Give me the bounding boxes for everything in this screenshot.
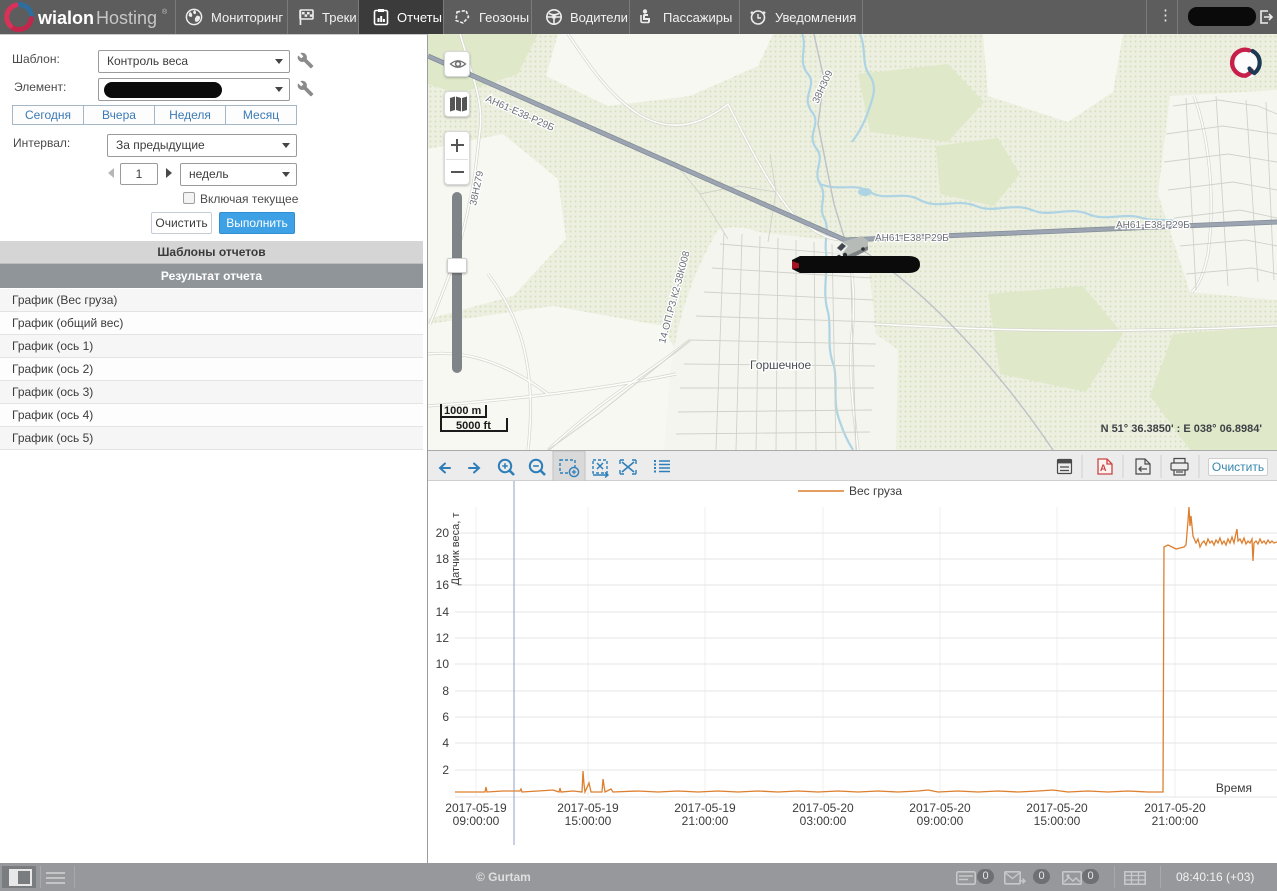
svg-text:Hosting: Hosting [96,8,157,28]
svg-text:10: 10 [436,657,450,671]
svg-text:2017-05-20: 2017-05-20 [792,801,854,815]
svg-text:4: 4 [442,736,449,750]
svg-text:Горшечное: Горшечное [750,358,811,372]
svg-text:12: 12 [436,631,450,645]
svg-text:Датчик веса, т: Датчик веса, т [450,513,462,586]
svg-text:21:00:00: 21:00:00 [1152,814,1199,828]
svg-text:2: 2 [442,763,449,777]
svg-text:2017-05-19: 2017-05-19 [674,801,736,815]
svg-text:15:00:00: 15:00:00 [565,814,612,828]
svg-text:АН61-Е38-Р29Б: АН61-Е38-Р29Б [1116,220,1190,231]
svg-text:09:00:00: 09:00:00 [453,814,500,828]
svg-text:5000 ft: 5000 ft [456,420,491,432]
svg-text:Вес груза: Вес груза [849,484,902,498]
svg-text:A: A [1100,463,1107,473]
svg-text:14: 14 [436,605,450,619]
svg-text:16: 16 [436,578,450,592]
svg-text:2017-05-20: 2017-05-20 [1026,801,1088,815]
svg-text:АН61-Е38-Р29Б: АН61-Е38-Р29Б [875,233,949,244]
svg-text:wialon: wialon [37,8,94,28]
svg-text:20: 20 [436,526,450,540]
svg-text:®: ® [162,8,168,16]
svg-text:2017-05-20: 2017-05-20 [1144,801,1206,815]
svg-text:6: 6 [442,710,449,724]
svg-text:N 51° 36.3850' : E 038° 06.898: N 51° 36.3850' : E 038° 06.8984' [1101,423,1263,435]
svg-text:2017-05-19: 2017-05-19 [445,801,507,815]
svg-text:03:00:00: 03:00:00 [800,814,847,828]
svg-text:8: 8 [442,684,449,698]
svg-text:15:00:00: 15:00:00 [1034,814,1081,828]
svg-text:2017-05-19: 2017-05-19 [557,801,619,815]
svg-text:Время: Время [1216,781,1252,795]
svg-text:21:00:00: 21:00:00 [682,814,729,828]
svg-text:09:00:00: 09:00:00 [917,814,964,828]
svg-text:2017-05-20: 2017-05-20 [909,801,971,815]
svg-text:1000 m: 1000 m [444,405,482,417]
svg-text:18: 18 [436,552,450,566]
